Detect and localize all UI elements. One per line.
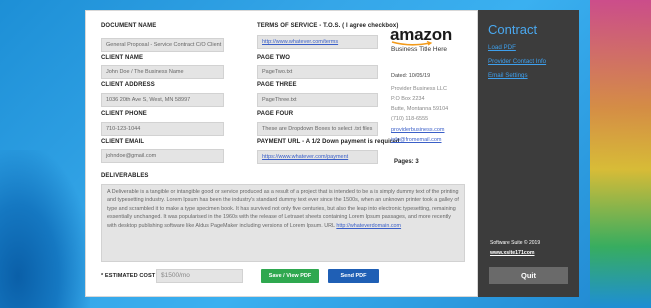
page-two-field[interactable]: PageTwo.txt [257,65,378,79]
background-stripe [590,0,651,308]
quit-button[interactable]: Quit [489,267,568,284]
provider-po-box: P.O Box 2234 [391,96,425,102]
estimated-cost-field[interactable]: $1500/mo [156,269,243,283]
client-address-label: CLIENT ADDRESS [101,82,155,88]
send-pdf-button[interactable]: Send PDF [328,269,379,283]
copyright-text: Software Suite © 2019 [490,240,541,246]
deliverables-label: DELIVERABLES [101,173,149,179]
sidebar-item-load-pdf[interactable]: Load PDF [488,44,516,51]
client-phone-label: CLIENT PHONE [101,111,147,117]
terms-label: TERMS OF SERVICE - T.O.S. ( I agree chec… [257,23,399,29]
save-view-pdf-button[interactable]: Save / View PDF [261,269,319,283]
page-four-label: PAGE FOUR [257,111,294,117]
provider-phone: (710) 118-6555 [391,116,429,122]
site-link[interactable]: www.xsite171com [490,250,535,256]
document-name-field[interactable]: General Proposal - Service Contract C/O … [101,38,224,52]
client-name-field[interactable]: John Doe / The Business Name [101,65,224,79]
provider-email-link[interactable]: info@fromemail.com [391,137,442,143]
document-name-label: DOCUMENT NAME [101,23,157,29]
client-name-label: CLIENT NAME [101,55,144,61]
page-two-label: PAGE TWO [257,55,291,61]
page-three-label: PAGE THREE [257,82,297,88]
provider-name: Provider Business LLC [391,86,447,92]
dated-text: Dated: 10/05/19 [391,73,431,79]
provider-website-link[interactable]: providerbusiness.com [391,127,445,133]
deliverables-textarea[interactable]: A Deliverable is a tangible or intangibl… [101,184,465,262]
deliverables-text: A Deliverable is a tangible or intangibl… [107,189,459,229]
sidebar-item-provider-contact-info[interactable]: Provider Contact Info [488,58,546,65]
sidebar-title: Contract [488,22,538,37]
payment-url-field[interactable]: https://www.whatever.com/payment [257,150,378,164]
page-four-field[interactable]: These are Dropdown Boxes to select .txt … [257,122,378,136]
client-address-field[interactable]: 1036 20th Ave S, West, MN 58997 [101,93,224,107]
client-phone-field[interactable]: 710-123-1044 [101,122,224,136]
background-swirl [0,150,90,308]
business-title: Business Title Here [391,46,447,53]
pages-count: Pages: 3 [394,159,419,165]
client-email-field[interactable]: johndoe@gmail.com [101,149,224,163]
client-email-label: CLIENT EMAIL [101,139,145,145]
page-three-field[interactable]: PageThree.txt [257,93,378,107]
contract-form-panel: DOCUMENT NAME General Proposal - Service… [85,10,478,297]
deliverables-url-link[interactable]: http://whateverdomain.com [336,223,401,229]
contract-sidebar: Contract Load PDF Provider Contact Info … [478,10,579,297]
provider-city: Butte, Montanna 59104 [391,106,449,112]
payment-url-label: PAYMENT URL - A 1/2 Down payment is requ… [257,139,400,145]
sidebar-item-email-settings[interactable]: Email Settings [488,72,528,79]
estimated-cost-label: * ESTIMATED COST [101,273,156,279]
terms-field[interactable]: http://www.whatever.com/terms [257,35,378,49]
